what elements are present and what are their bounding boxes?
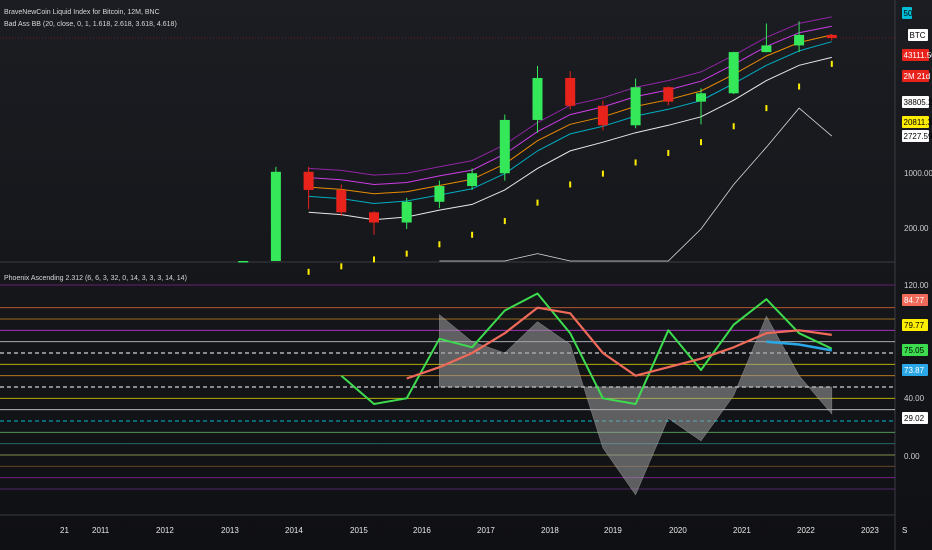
time-axis-label: 2017: [477, 526, 495, 535]
osc-tag[interactable]: 84.77: [902, 294, 928, 306]
price-tag[interactable]: 2M 21d: [902, 70, 930, 82]
time-axis-label: 2019: [604, 526, 622, 535]
main-title[interactable]: BraveNewCoin Liquid Index for Bitcoin, 1…: [4, 9, 160, 16]
osc-tag-text: 29.02: [904, 414, 925, 423]
candle-body[interactable]: [401, 201, 412, 223]
support-dot: [798, 83, 801, 90]
price-tag[interactable]: 38805.20: [902, 96, 932, 108]
price-tag[interactable]: 20811.39: [902, 116, 932, 128]
candle-body[interactable]: [238, 261, 249, 263]
candle-body[interactable]: [434, 186, 445, 202]
candle-body[interactable]: [336, 189, 347, 213]
osc-legend[interactable]: Phoenix Ascending 2.312 (6, 6, 3, 32, 0,…: [4, 275, 187, 282]
osc-tag-text: 84.77: [904, 296, 925, 305]
time-axis-label: 2020: [669, 526, 687, 535]
support-dot: [405, 250, 408, 257]
osc-tag-text: 73.87: [904, 366, 925, 375]
time-axis-label: 2016: [413, 526, 431, 535]
price-tag-text: 2727.59: [904, 132, 932, 141]
candle-body[interactable]: [728, 52, 739, 94]
support-dot: [569, 181, 572, 188]
oscillator-plot[interactable]: [0, 284, 895, 496]
price-tag[interactable]: BTC: [908, 29, 928, 41]
time-axis-label: 2011: [92, 526, 110, 535]
candle-body[interactable]: [826, 34, 837, 38]
support-dot: [373, 256, 375, 263]
support-dot: [634, 159, 637, 166]
candle-body[interactable]: [663, 87, 674, 102]
candle-body[interactable]: [467, 173, 478, 187]
candle-body[interactable]: [369, 212, 379, 223]
osc-scale-label: 0.00: [904, 452, 920, 461]
chart-canvas[interactable]: BraveNewCoin Liquid Index for Bitcoin, 1…: [0, 0, 932, 550]
candle-body[interactable]: [794, 34, 805, 46]
osc-tag[interactable]: 75.05: [902, 344, 928, 356]
time-axis-label: 2013: [221, 526, 239, 535]
osc-tag-text: 79.77: [904, 321, 925, 330]
lower-line: [439, 107, 833, 262]
price-plot[interactable]: [0, 16, 895, 275]
bb-legend[interactable]: Bad Ass BB (20, close, 0, 1, 1.618, 2.61…: [4, 21, 177, 28]
tradingview-chart[interactable]: BraveNewCoin Liquid Index for Bitcoin, 1…: [0, 0, 932, 550]
support-dot: [340, 263, 343, 270]
bb-line-1: [308, 41, 832, 205]
price-tag-text: 43111.50: [904, 51, 932, 60]
price-tag-text: 50: [904, 9, 913, 18]
time-axis-label: 2023: [861, 526, 879, 535]
price-tag[interactable]: 50: [902, 7, 913, 19]
time-axis-label: 2022: [797, 526, 815, 535]
support-dot: [732, 123, 735, 130]
support-dot: [601, 170, 604, 177]
candle-body[interactable]: [499, 119, 510, 174]
time-axis-label: 2014: [285, 526, 303, 535]
candle-body[interactable]: [270, 171, 281, 261]
candle-body[interactable]: [565, 77, 576, 106]
osc-tag[interactable]: 29.02: [902, 412, 928, 424]
price-tag[interactable]: 43111.50: [902, 49, 932, 61]
osc-scale-label: 120.00: [904, 281, 929, 290]
candle-body[interactable]: [597, 105, 608, 126]
price-scale[interactable]: 50 BTC 43111.50 2M 21d 38805.20 20811.39 2727.…: [902, 7, 932, 233]
price-tag-text: 38805.20: [904, 98, 932, 107]
support-dot: [765, 105, 768, 112]
price-scale-label: 200.00: [904, 224, 929, 233]
time-axis[interactable]: 21 2011 2012 2013 2014 2015 2016 2017 2018 2019 20…: [60, 526, 907, 535]
time-axis-label: 21: [60, 526, 69, 535]
support-dot: [471, 231, 474, 238]
support-dot: [536, 199, 539, 206]
support-dot: [667, 149, 670, 156]
candle-body[interactable]: [532, 77, 543, 120]
price-tag-text: BTC: [910, 31, 926, 40]
osc-tag-text: 75.05: [904, 346, 925, 355]
price-tag-text: 20811.39: [904, 118, 932, 127]
support-dot: [503, 218, 506, 225]
support-dot: [438, 241, 441, 248]
support-dot: [830, 60, 833, 67]
osc-tag[interactable]: 79.77: [902, 319, 928, 331]
candle-body[interactable]: [630, 87, 641, 126]
price-tag[interactable]: 2727.59: [902, 130, 932, 142]
oscillator-scale[interactable]: 84.77 79.77 75.05 73.87 29.02 120.00 40.00 0.00: [902, 281, 929, 461]
candle-body[interactable]: [696, 93, 706, 102]
time-axis-label: 2018: [541, 526, 559, 535]
price-pane[interactable]: [0, 0, 895, 262]
support-dot: [307, 268, 310, 275]
osc-tag[interactable]: 73.87: [902, 364, 928, 376]
price-scale-label: 1000.00: [904, 169, 932, 178]
candle-body[interactable]: [761, 45, 772, 53]
osc-scale-label: 40.00: [904, 394, 925, 403]
time-axis-label: 2012: [156, 526, 174, 535]
time-axis-label: 2015: [350, 526, 368, 535]
price-tag-text: 2M 21d: [904, 72, 931, 81]
support-dot: [700, 139, 702, 146]
candle-body[interactable]: [303, 171, 314, 190]
time-axis-label: 2021: [733, 526, 751, 535]
time-axis-label: S: [902, 526, 907, 535]
